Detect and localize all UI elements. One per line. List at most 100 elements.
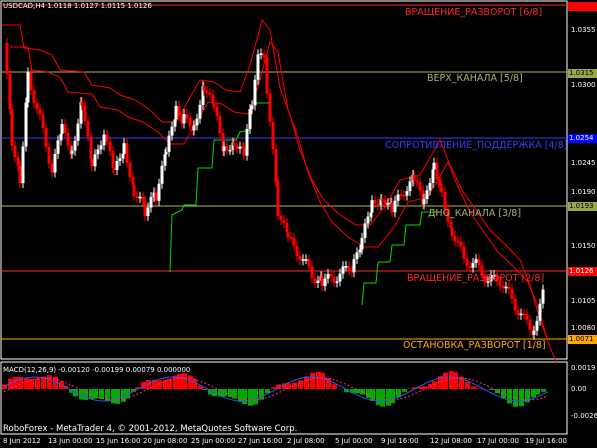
candle-body — [5, 42, 9, 74]
candle-body — [453, 235, 457, 242]
macd-axis-label: -0.0026 — [571, 412, 597, 420]
candle-body — [118, 158, 122, 162]
candle-body — [507, 286, 511, 290]
level-label-2-8: ВРАЩЕНИЕ_РАЗВОРОТ [2/8] — [407, 273, 545, 284]
time-axis-label: 9 Jul 16:00 — [381, 437, 419, 445]
candle-body — [29, 72, 33, 91]
candle-body — [245, 129, 249, 156]
macd-bar — [380, 389, 385, 407]
candle-body — [335, 281, 339, 283]
candle-body — [279, 215, 283, 221]
candle-body — [198, 104, 202, 119]
price-tag-5-8: 1.0315 — [568, 69, 597, 78]
candle-body — [56, 140, 60, 154]
candle-body — [360, 237, 364, 250]
candle-body — [76, 123, 80, 141]
candle-body — [265, 57, 269, 94]
macd-bar — [402, 389, 407, 392]
macd-bar — [471, 386, 476, 389]
macd-bar — [13, 376, 18, 389]
candle-body — [8, 73, 12, 110]
macd-bar — [519, 389, 524, 407]
candle-body — [376, 203, 380, 205]
candle-body — [13, 145, 17, 158]
candle-body — [519, 313, 523, 316]
candle-body — [450, 227, 454, 236]
candle-body — [282, 220, 286, 223]
candle-body — [538, 303, 542, 321]
level-label-6-8: ВРАЩЕНИЕ_РАЗВОРОТ [6/8] — [405, 7, 543, 18]
macd-header: MACD(12,26,9) -0.00120 -0.00199 0.00079 … — [3, 366, 191, 374]
candle-body — [516, 310, 520, 315]
candle-body — [373, 200, 377, 204]
candle-body — [513, 298, 517, 311]
symbol-header: USDCAD,H4 1.0118 1.0127 1.0115 1.0126 — [3, 2, 152, 10]
candle-body — [422, 199, 426, 205]
time-axis-label: 5 Jul 00:00 — [335, 437, 373, 445]
candle-body — [242, 147, 246, 156]
macd-histogram — [2, 371, 546, 407]
candle-body — [405, 191, 409, 196]
copyright-text: RoboForex - MetaTrader 4, © 2001-2012, M… — [3, 424, 298, 434]
macd-bar — [292, 382, 297, 389]
macd-bar — [93, 389, 98, 399]
candle-body — [396, 194, 400, 201]
candle-body — [202, 86, 206, 91]
macd-bar — [35, 378, 40, 389]
macd-bar — [310, 372, 315, 389]
candle-body — [465, 258, 469, 267]
candle-body — [316, 280, 320, 284]
candle-body — [185, 114, 189, 119]
candle-body — [63, 124, 67, 133]
candle-body — [298, 255, 302, 261]
candle-body — [528, 319, 532, 330]
main-chart-frame — [0, 0, 568, 360]
price-tag-3-8: 1.0193 — [568, 202, 597, 211]
resistance-band-inner — [10, 40, 557, 363]
candle-body — [541, 289, 545, 304]
time-axis-label: 13 Jun 00:00 — [48, 437, 93, 445]
candle-body — [468, 266, 472, 268]
candle-body — [425, 190, 429, 200]
macd-bar — [115, 389, 120, 404]
candle-body — [47, 146, 51, 164]
chart-canvas[interactable] — [0, 0, 597, 448]
candle-body — [70, 150, 74, 154]
price-axis-label: 1.0080 — [571, 324, 596, 332]
candle-body — [128, 163, 132, 178]
candle-body — [443, 191, 447, 210]
candle-body — [73, 140, 77, 151]
macd-bar — [192, 378, 197, 389]
candle-body — [60, 124, 64, 134]
candle-body — [66, 132, 70, 146]
candle-body — [18, 165, 22, 184]
level-label-1-8: ОСТАНОВКА_РАЗВОРОТ [1/8] — [403, 340, 546, 351]
candle-body — [154, 192, 158, 201]
price-axis-label: 1.0245 — [571, 159, 596, 167]
macd-bar — [99, 389, 104, 400]
candle-body — [268, 93, 272, 122]
price-tag-2-8: 1.0126 — [568, 267, 597, 276]
candle-body — [525, 314, 529, 320]
macd-bar — [535, 389, 540, 395]
price-axis-label: 1.0355 — [571, 26, 596, 34]
candle-body — [115, 161, 119, 171]
candle-body — [462, 246, 466, 259]
macd-bar — [202, 389, 207, 390]
candle-body — [456, 241, 460, 243]
candle-body — [253, 79, 257, 106]
candle-body — [50, 163, 54, 173]
candle-body — [435, 162, 439, 180]
candle-body — [80, 101, 84, 106]
time-axis-label: 12 Jul 08:00 — [430, 437, 472, 445]
candle-body — [102, 134, 106, 146]
macd-bar — [541, 389, 546, 392]
candle-body — [262, 53, 266, 58]
candle-body — [138, 196, 142, 199]
candle-body — [205, 90, 209, 93]
macd-bar — [432, 381, 437, 389]
candle-body — [326, 274, 330, 279]
candle-body — [370, 200, 374, 213]
candle-body — [477, 259, 481, 266]
price-axis-label: 1.0105 — [571, 297, 596, 305]
